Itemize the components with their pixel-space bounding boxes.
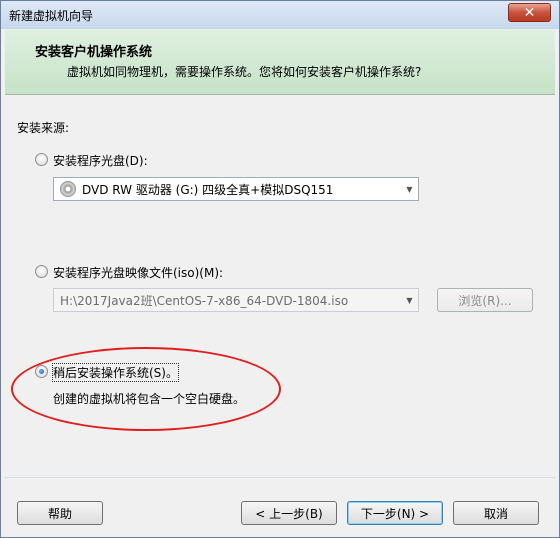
help-button[interactable]: 帮助	[17, 501, 103, 525]
source-label: 安装来源:	[17, 121, 70, 135]
wizard-body: 安装来源: 安装程序光盘(D): DVD RW 驱动器 (G:) 四级全真+模拟…	[5, 96, 555, 476]
install-iso-label[interactable]: 安装程序光盘映像文件(iso)(M):	[53, 264, 223, 281]
back-button[interactable]: < 上一步(B)	[241, 501, 337, 525]
close-button[interactable]: ✕	[508, 3, 551, 22]
next-button[interactable]: 下一步(N) >	[347, 501, 443, 525]
page-description: 虚拟机如同物理机，需要操作系统。您将如何安装客户机操作系统?	[67, 65, 422, 79]
chevron-down-icon[interactable]: ▼	[401, 289, 418, 311]
page-title: 安装客户机操作系统	[35, 45, 153, 60]
disc-drive-select[interactable]: DVD RW 驱动器 (G:) 四级全真+模拟DSQ151 ▼	[53, 177, 419, 201]
radio-install-iso[interactable]	[35, 265, 48, 278]
install-later-label[interactable]: 稍后安装操作系统(S)。	[52, 363, 179, 382]
window-title: 新建虚拟机向导	[9, 9, 94, 23]
install-later-description: 创建的虚拟机将包含一个空白硬盘。	[53, 392, 246, 406]
cancel-button[interactable]: 取消	[453, 501, 539, 525]
install-disc-label[interactable]: 安装程序光盘(D):	[53, 152, 148, 169]
disc-drive-value: DVD RW 驱动器 (G:) 四级全真+模拟DSQ151	[82, 182, 334, 197]
chevron-down-icon[interactable]: ▼	[401, 178, 418, 200]
iso-path-select[interactable]: H:\2017Java2班\CentOS-7-x86_64-DVD-1804.i…	[53, 288, 419, 312]
title-bar[interactable]: 新建虚拟机向导 ✕	[1, 1, 559, 29]
browse-button[interactable]: 浏览(R)...	[437, 288, 533, 312]
wizard-header: 安装客户机操作系统 虚拟机如同物理机，需要操作系统。您将如何安装客户机操作系统?	[5, 29, 555, 95]
close-icon: ✕	[523, 4, 536, 21]
new-vm-wizard-window: 新建虚拟机向导 ✕ 安装客户机操作系统 虚拟机如同物理机，需要操作系统。您将如何…	[0, 0, 560, 538]
radio-install-later[interactable]	[35, 365, 48, 378]
wizard-footer: 帮助 < 上一步(B) 下一步(N) > 取消	[5, 477, 555, 535]
radio-install-disc[interactable]	[35, 153, 48, 166]
iso-path-value: H:\2017Java2班\CentOS-7-x86_64-DVD-1804.i…	[60, 293, 349, 308]
disc-icon	[60, 181, 76, 197]
